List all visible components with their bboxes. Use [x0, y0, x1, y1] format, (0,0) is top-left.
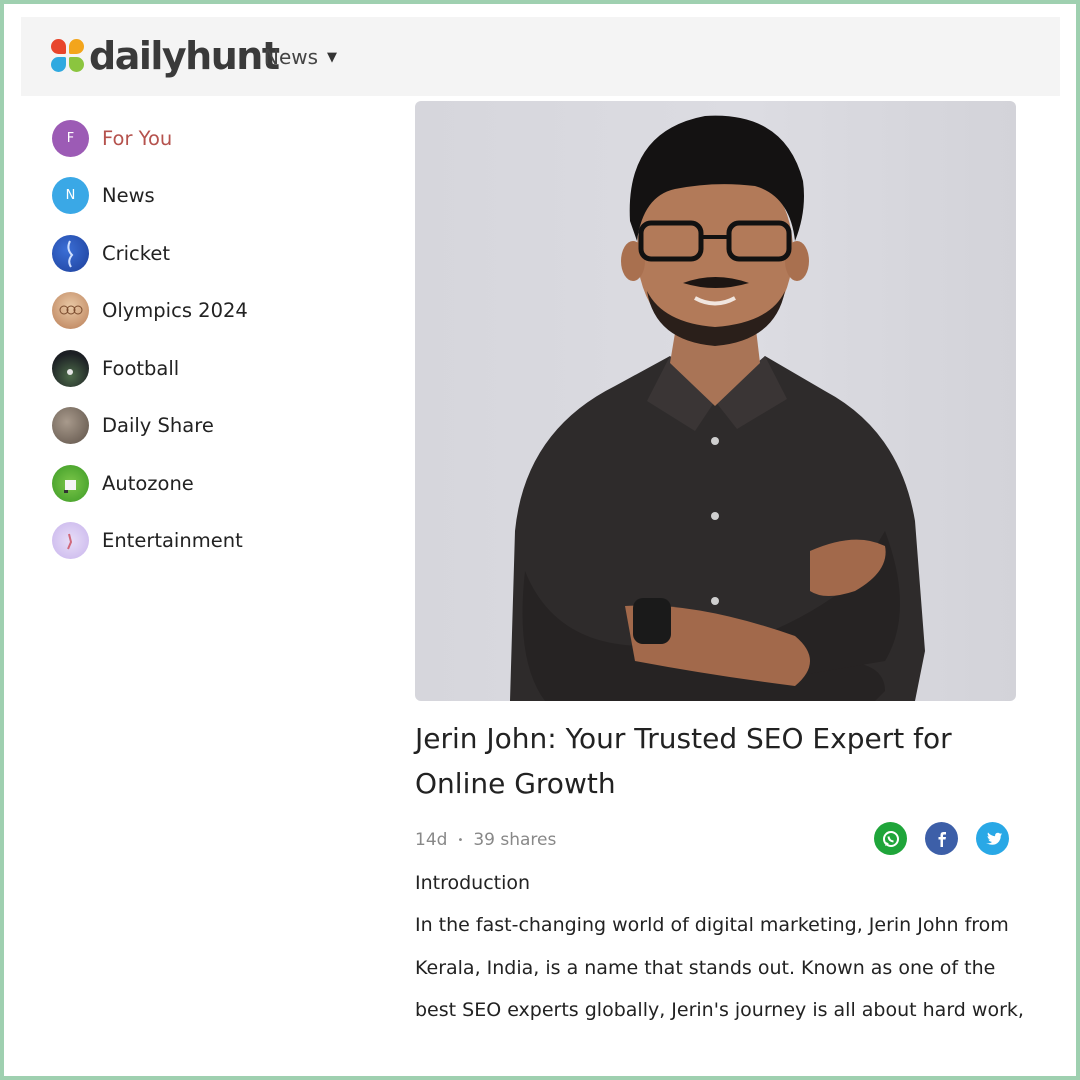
sidebar-item-news[interactable]: N News: [52, 177, 352, 215]
whatsapp-share-button[interactable]: [874, 822, 907, 855]
facebook-icon: [938, 831, 946, 847]
sidebar-item-label: Entertainment: [102, 529, 243, 552]
news-dropdown-label: News: [264, 45, 319, 69]
entertainment-thumbnail-icon: [52, 522, 89, 559]
news-letter-icon: N: [52, 177, 89, 214]
news-dropdown[interactable]: News ▼: [264, 45, 337, 69]
sidebar-item-label: Olympics 2024: [102, 299, 248, 322]
sidebar-item-label: Daily Share: [102, 414, 214, 437]
logo-mark-icon: [51, 39, 85, 73]
dailyhunt-logo[interactable]: dailyhunt: [51, 33, 280, 79]
twitter-share-button[interactable]: [976, 822, 1009, 855]
olympics-thumbnail-icon: [52, 292, 89, 329]
portrait-illustration: [510, 115, 925, 701]
sidebar-item-autozone[interactable]: Autozone: [52, 464, 352, 502]
sidebar-item-entertainment[interactable]: Entertainment: [52, 522, 352, 560]
facebook-share-button[interactable]: [925, 822, 958, 855]
cricket-thumbnail-icon: [52, 234, 89, 272]
whatsapp-icon: [882, 830, 899, 847]
sidebar-item-label: Cricket: [102, 241, 171, 265]
article-age: 14d: [415, 830, 448, 850]
sidebar-item-olympics-2024[interactable]: Olympics 2024: [52, 292, 352, 330]
article-hero-image[interactable]: [415, 101, 1016, 701]
sidebar-item-cricket[interactable]: Cricket: [52, 234, 352, 272]
caret-down-icon: ▼: [327, 49, 338, 65]
sidebar-item-label: News: [102, 184, 155, 207]
article-headline[interactable]: Jerin John: Your Trusted SEO Expert for …: [415, 716, 1035, 806]
article-meta: 14d • 39 shares: [415, 830, 556, 850]
for-you-letter-icon: F: [52, 119, 89, 157]
sidebar-item-label: For You: [102, 126, 173, 150]
logo-wordmark: dailyhunt: [89, 34, 280, 78]
sidebar-item-label: Football: [102, 356, 180, 380]
daily-share-thumbnail-icon: [52, 407, 89, 444]
football-thumbnail-icon: [52, 349, 89, 387]
sidebar-item-label: Autozone: [102, 471, 194, 495]
twitter-icon: [985, 832, 1002, 845]
article-section-heading: Introduction: [415, 872, 531, 894]
category-sidebar: F For You N News Cricket Olympics 2024 F…: [52, 119, 352, 579]
autozone-thumbnail-icon: [52, 464, 89, 502]
share-buttons: [874, 822, 1009, 855]
meta-separator: •: [457, 834, 464, 846]
top-navigation-bar: dailyhunt News ▼: [21, 17, 1060, 96]
sidebar-item-daily-share[interactable]: Daily Share: [52, 407, 352, 445]
sidebar-item-for-you[interactable]: F For You: [52, 119, 352, 157]
page-frame: dailyhunt News ▼ F For You N News Cricke…: [4, 4, 1076, 1076]
sidebar-item-football[interactable]: Football: [52, 349, 352, 387]
article-body: In the fast-changing world of digital ma…: [415, 914, 1024, 1021]
article-share-count: 39 shares: [473, 830, 557, 850]
